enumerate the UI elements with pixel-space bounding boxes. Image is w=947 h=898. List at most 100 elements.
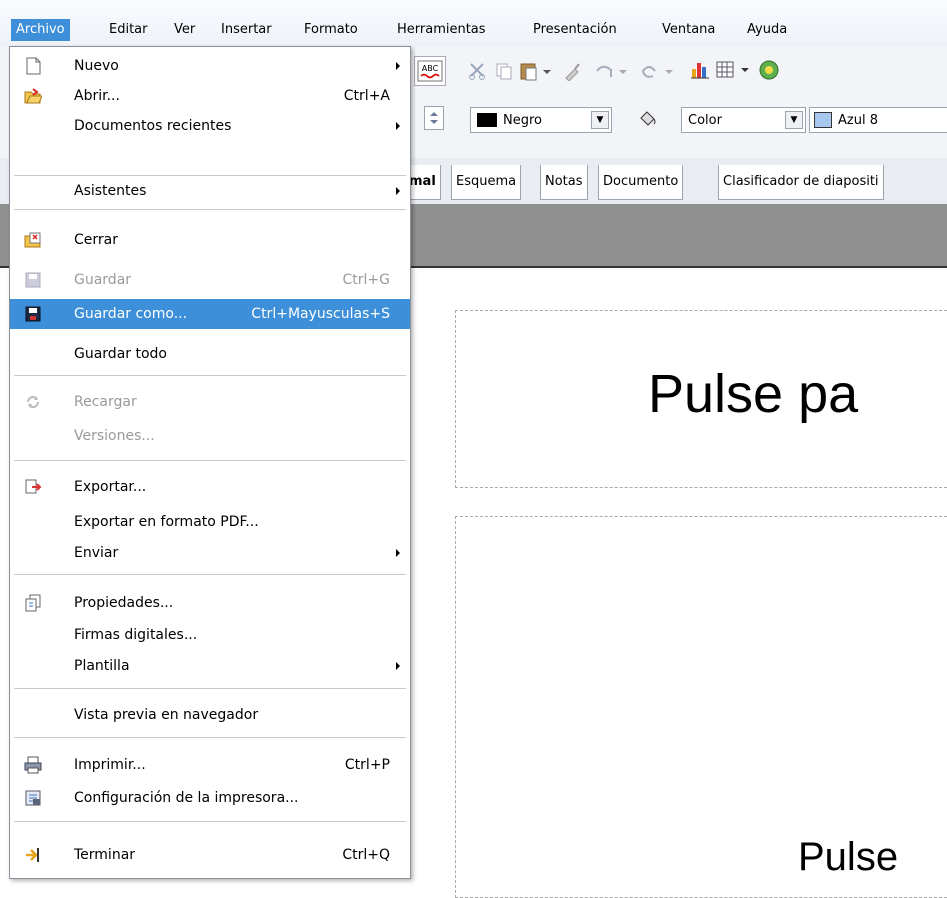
menu-separator [14, 688, 406, 689]
menu-ayuda[interactable]: Ayuda [742, 19, 792, 41]
printer-icon [24, 756, 42, 774]
menu-item-guardar-como[interactable]: Guardar como... Ctrl+Mayusculas+S [10, 299, 410, 329]
area-color-value: Azul 8 [838, 112, 878, 128]
close-document-icon [24, 231, 42, 249]
menu-item-shortcut: Ctrl+Q [342, 847, 390, 863]
spellcheck-button[interactable]: ABC [414, 56, 446, 86]
menu-item-documentos-recientes[interactable]: Documentos recientes [10, 111, 410, 141]
clone-formatting-button[interactable] [560, 60, 584, 82]
menu-editar[interactable]: Editar [104, 19, 153, 41]
paste-button[interactable] [518, 60, 554, 82]
menu-item-label: Asistentes [74, 183, 147, 199]
insert-table-button[interactable] [714, 58, 754, 82]
tab-notas[interactable]: Notas [540, 165, 588, 200]
area-fill-button[interactable] [634, 107, 660, 131]
menu-item-firmas-digitales[interactable]: Firmas digitales... [10, 620, 410, 650]
menu-item-imprimir[interactable]: Imprimir... Ctrl+P [10, 750, 410, 780]
tab-esquema[interactable]: Esquema [451, 165, 522, 200]
reload-icon [24, 393, 42, 411]
menu-item-shortcut: Ctrl+A [343, 88, 390, 104]
menu-item-guardar[interactable]: Guardar Ctrl+G [10, 265, 410, 295]
title-placeholder[interactable]: Pulse pa [455, 310, 947, 488]
menu-separator [14, 460, 406, 461]
menu-item-label: Firmas digitales... [74, 627, 198, 643]
menu-item-enviar[interactable]: Enviar [10, 538, 410, 568]
chevron-down-icon: ▼ [591, 111, 609, 129]
menu-item-shortcut: Ctrl+P [344, 757, 390, 773]
menu-archivo[interactable]: Archivo [11, 19, 70, 41]
save-icon [24, 271, 42, 289]
menu-item-versiones[interactable]: Versiones... [10, 421, 410, 451]
area-color-select[interactable]: Azul 8 [809, 107, 947, 133]
menu-formato[interactable]: Formato [299, 19, 363, 41]
area-style-select[interactable]: Color ▼ [681, 107, 806, 133]
menu-item-nuevo[interactable]: Nuevo [10, 51, 410, 81]
paste-icon [520, 63, 551, 81]
menu-separator [14, 574, 406, 575]
menu-item-exportar[interactable]: Exportar... [10, 472, 410, 502]
submenu-arrow-icon [396, 122, 400, 130]
insert-chart-button[interactable] [688, 58, 712, 82]
menu-item-label: Imprimir... [74, 757, 146, 773]
line-color-swatch [477, 113, 497, 127]
menu-item-label: Documentos recientes [74, 118, 232, 134]
line-color-select[interactable]: Negro ▼ [470, 107, 612, 133]
submenu-arrow-icon [396, 549, 400, 557]
submenu-arrow-icon [396, 62, 400, 70]
menu-item-label: Versiones... [74, 428, 155, 444]
menu-ver[interactable]: Ver [169, 19, 200, 41]
scissors-icon [469, 63, 485, 80]
area-color-swatch [814, 112, 832, 128]
undo-button[interactable] [592, 60, 632, 82]
menu-item-guardar-todo[interactable]: Guardar todo [10, 339, 410, 369]
menu-ventana[interactable]: Ventana [657, 19, 720, 41]
menu-separator [14, 821, 406, 822]
menu-insertar[interactable]: Insertar [216, 19, 277, 41]
body-placeholder[interactable]: Pulse [455, 516, 947, 898]
copy-button[interactable] [493, 60, 515, 82]
menu-item-label: Cerrar [74, 232, 118, 248]
paint-bucket-icon [640, 111, 656, 126]
menu-item-exportar-pdf[interactable]: Exportar en formato PDF... [10, 507, 410, 537]
menu-item-plantilla[interactable]: Plantilla [10, 651, 410, 681]
tab-documento[interactable]: Documento [598, 165, 684, 200]
menu-item-abrir[interactable]: Abrir... Ctrl+A [10, 81, 410, 111]
menu-item-label: Nuevo [74, 58, 119, 74]
cut-button[interactable] [466, 60, 488, 82]
menu-item-terminar[interactable]: Terminar Ctrl+Q [10, 840, 410, 870]
tab-clasificador[interactable]: Clasificador de diapositi [718, 165, 884, 200]
line-color-value: Negro [503, 112, 542, 128]
menu-presentacion[interactable]: Presentación [528, 19, 622, 41]
submenu-arrow-icon [396, 187, 400, 195]
exit-icon [24, 846, 42, 864]
gallery-button[interactable] [757, 58, 781, 82]
menu-item-shortcut: Ctrl+Mayusculas+S [251, 306, 390, 322]
menu-item-label: Guardar todo [74, 346, 167, 362]
menu-separator [14, 375, 406, 376]
menu-item-label: Enviar [74, 545, 119, 561]
properties-icon [24, 594, 42, 612]
menu-item-propiedades[interactable]: Propiedades... [10, 588, 410, 618]
menu-item-asistentes[interactable]: Asistentes [10, 176, 410, 206]
spellcheck-icon: ABC [417, 60, 443, 82]
gallery-icon [759, 60, 779, 80]
save-as-icon [24, 305, 42, 323]
menu-item-recargar[interactable]: Recargar [10, 387, 410, 417]
menu-herramientas[interactable]: Herramientas [392, 19, 491, 41]
body-placeholder-text: Pulse [798, 835, 899, 879]
paintbrush-icon [565, 63, 580, 81]
line-width-spinner[interactable] [424, 106, 444, 130]
menu-item-cerrar[interactable]: Cerrar [10, 225, 410, 255]
open-folder-icon [24, 87, 43, 105]
menu-item-vista-previa[interactable]: Vista previa en navegador [10, 700, 410, 730]
spellcheck-label: ABC [422, 64, 439, 73]
menu-item-label: Exportar... [74, 479, 147, 495]
menu-item-label: Recargar [74, 394, 137, 410]
menu-item-label: Terminar [74, 847, 136, 863]
redo-button[interactable] [638, 60, 678, 82]
menu-item-label: Propiedades... [74, 595, 174, 611]
chart-icon [691, 63, 709, 79]
menu-item-configuracion-impresora[interactable]: Configuración de la impresora... [10, 783, 410, 813]
menu-item-label: Guardar como... [74, 306, 188, 322]
menu-item-label: Plantilla [74, 658, 130, 674]
